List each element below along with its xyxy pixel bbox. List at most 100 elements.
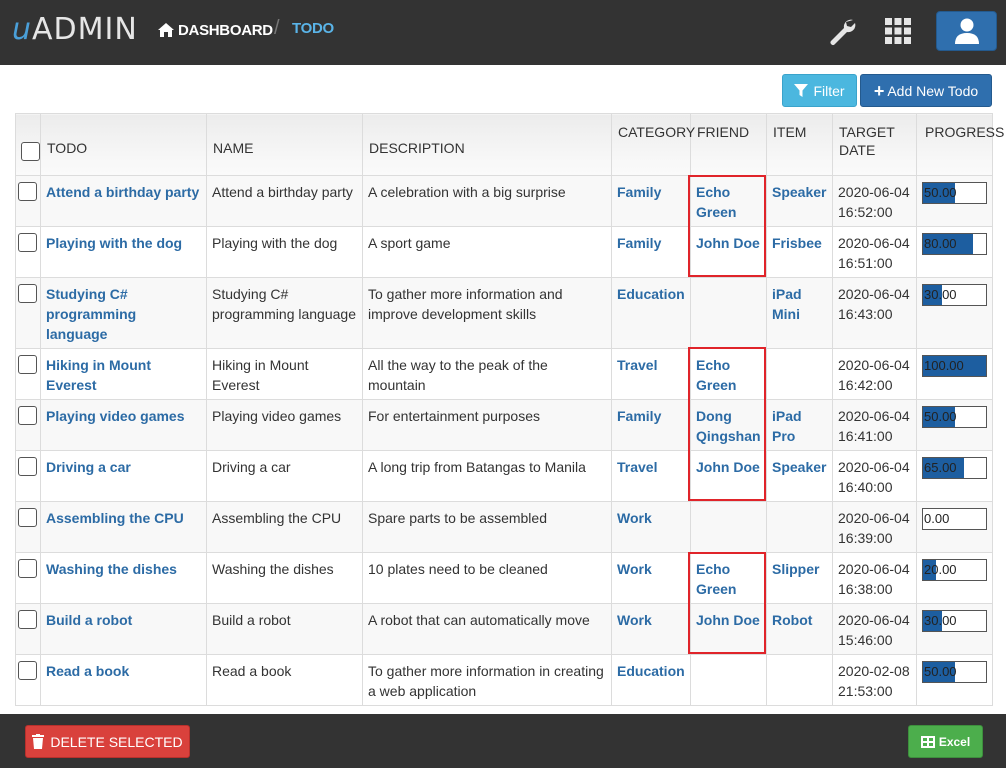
friend-link[interactable]: Echo Green: [696, 561, 736, 597]
row-checkbox[interactable]: [18, 457, 37, 476]
filter-icon: [794, 83, 809, 97]
category-link[interactable]: Education: [617, 286, 685, 302]
todo-link[interactable]: Hiking in Mount Everest: [46, 357, 151, 393]
category-link[interactable]: Work: [617, 510, 652, 526]
select-all-cell: [15, 113, 41, 176]
category-cell: Education: [611, 654, 691, 706]
row-checkbox[interactable]: [18, 355, 37, 374]
column-header-todo[interactable]: TODO: [40, 113, 207, 176]
app-logo[interactable]: uADMIN: [12, 12, 138, 48]
friend-cell: [690, 501, 767, 553]
table-row[interactable]: Assembling the CPU Assembling the CPU Spar…: [15, 501, 993, 553]
item-link[interactable]: Slipper: [772, 561, 819, 577]
target-date-cell: 2020-06-04 16:41:00: [832, 399, 917, 451]
row-checkbox[interactable]: [18, 284, 37, 303]
friend-link[interactable]: John Doe: [696, 459, 760, 475]
row-checkbox[interactable]: [18, 559, 37, 578]
name-text: Assembling the CPU: [212, 510, 342, 526]
wrench-icon: [830, 19, 856, 46]
todo-link[interactable]: Washing the dishes: [46, 561, 177, 577]
category-link[interactable]: Travel: [617, 459, 657, 475]
progress-bar: 50.00: [922, 406, 987, 428]
column-header-friend[interactable]: FRIEND: [690, 113, 767, 176]
table-row[interactable]: Driving a car Driving a car A long trip fr…: [15, 450, 993, 502]
name-cell: Washing the dishes: [206, 552, 363, 604]
item-link[interactable]: Speaker: [772, 184, 826, 200]
description-text: A robot that can automatically move: [368, 612, 590, 628]
category-link[interactable]: Family: [617, 408, 661, 424]
target-date-cell: 2020-06-04 16:39:00: [832, 501, 917, 553]
todo-link[interactable]: Build a robot: [46, 612, 132, 628]
progress-value: 65.00: [924, 460, 957, 475]
friend-link[interactable]: John Doe: [696, 612, 760, 628]
description-text: A celebration with a big surprise: [368, 184, 566, 200]
progress-value: 50.00: [924, 664, 957, 679]
todo-link[interactable]: Assembling the CPU: [46, 510, 184, 526]
row-checkbox[interactable]: [18, 406, 37, 425]
row-checkbox[interactable]: [18, 661, 37, 680]
todo-link[interactable]: Attend a birthday party: [46, 184, 199, 200]
table-row[interactable]: Playing with the dog Playing with the dog…: [15, 226, 993, 278]
friend-link[interactable]: Dong Qingshan: [696, 408, 761, 444]
row-select-cell: [15, 552, 41, 604]
friend-link[interactable]: John Doe: [696, 235, 760, 251]
friend-cell: Echo Green: [690, 348, 767, 400]
category-link[interactable]: Family: [617, 235, 661, 251]
column-header-progress[interactable]: PROGRESS: [916, 113, 1004, 176]
item-link[interactable]: Frisbee: [772, 235, 822, 251]
apps-button[interactable]: [881, 14, 915, 48]
category-link[interactable]: Education: [617, 663, 685, 679]
category-link[interactable]: Work: [617, 561, 652, 577]
name-cell: Playing video games: [206, 399, 363, 451]
description-text: 10 plates need to be cleaned: [368, 561, 548, 577]
item-link[interactable]: Speaker: [772, 459, 826, 475]
todo-table-container: TODO NAME DESCRIPTION CATEGORY FRIEND IT…: [15, 113, 1004, 706]
todo-link[interactable]: Studying C# programming language: [46, 286, 136, 342]
settings-button[interactable]: [825, 14, 859, 48]
excel-export-button[interactable]: Excel: [908, 725, 983, 758]
table-row[interactable]: Washing the dishes Washing the dishes 10 p…: [15, 552, 993, 604]
item-link[interactable]: iPad Pro: [772, 408, 802, 444]
delete-selected-button[interactable]: DELETE SELECTED: [25, 725, 190, 758]
row-checkbox[interactable]: [18, 233, 37, 252]
progress-value: 30.00: [924, 287, 957, 302]
home-icon: [158, 23, 174, 37]
select-all-checkbox[interactable]: [21, 142, 40, 161]
add-new-todo-button[interactable]: + Add New Todo: [860, 74, 992, 107]
table-row[interactable]: Attend a birthday party Attend a birthday…: [15, 175, 993, 227]
column-header-item[interactable]: ITEM: [766, 113, 833, 176]
todo-link[interactable]: Playing with the dog: [46, 235, 182, 251]
filter-button[interactable]: Filter: [782, 74, 857, 107]
todo-link[interactable]: Read a book: [46, 663, 129, 679]
user-menu-button[interactable]: [936, 11, 997, 51]
table-row[interactable]: Hiking in Mount Everest Hiking in Mount E…: [15, 348, 993, 400]
name-text: Read a book: [212, 663, 292, 679]
item-link[interactable]: iPad Mini: [772, 286, 802, 322]
excel-export-label: Excel: [938, 734, 971, 749]
column-header-category[interactable]: CATEGORY: [611, 113, 695, 176]
column-header-target-date[interactable]: TARGET DATE: [832, 113, 917, 176]
name-text: Washing the dishes: [212, 561, 334, 577]
table-row[interactable]: Studying C# programming language Studying…: [15, 277, 993, 349]
breadcrumb-dashboard[interactable]: DASHBOARD: [158, 20, 273, 40]
row-checkbox[interactable]: [18, 610, 37, 629]
category-cell: Family: [611, 226, 691, 278]
category-link[interactable]: Work: [617, 612, 652, 628]
column-header-name[interactable]: NAME: [206, 113, 363, 176]
todo-link[interactable]: Driving a car: [46, 459, 131, 475]
table-row[interactable]: Playing video games Playing video games Fo…: [15, 399, 993, 451]
row-checkbox[interactable]: [18, 182, 37, 201]
table-row[interactable]: Build a robot Build a robot A robot that c…: [15, 603, 993, 655]
table-row[interactable]: Read a book Read a book To gather more inf…: [15, 654, 993, 706]
progress-bar: 100.00: [922, 355, 987, 377]
category-link[interactable]: Family: [617, 184, 661, 200]
category-link[interactable]: Travel: [617, 357, 657, 373]
description-text: For entertainment purposes: [368, 408, 540, 424]
row-checkbox[interactable]: [18, 508, 37, 527]
target-date-text: 2020-06-04 16:40:00: [838, 459, 910, 495]
todo-link[interactable]: Playing video games: [46, 408, 185, 424]
friend-link[interactable]: Echo Green: [696, 357, 736, 393]
item-link[interactable]: Robot: [772, 612, 812, 628]
column-header-description[interactable]: DESCRIPTION: [362, 113, 612, 176]
friend-link[interactable]: Echo Green: [696, 184, 736, 220]
